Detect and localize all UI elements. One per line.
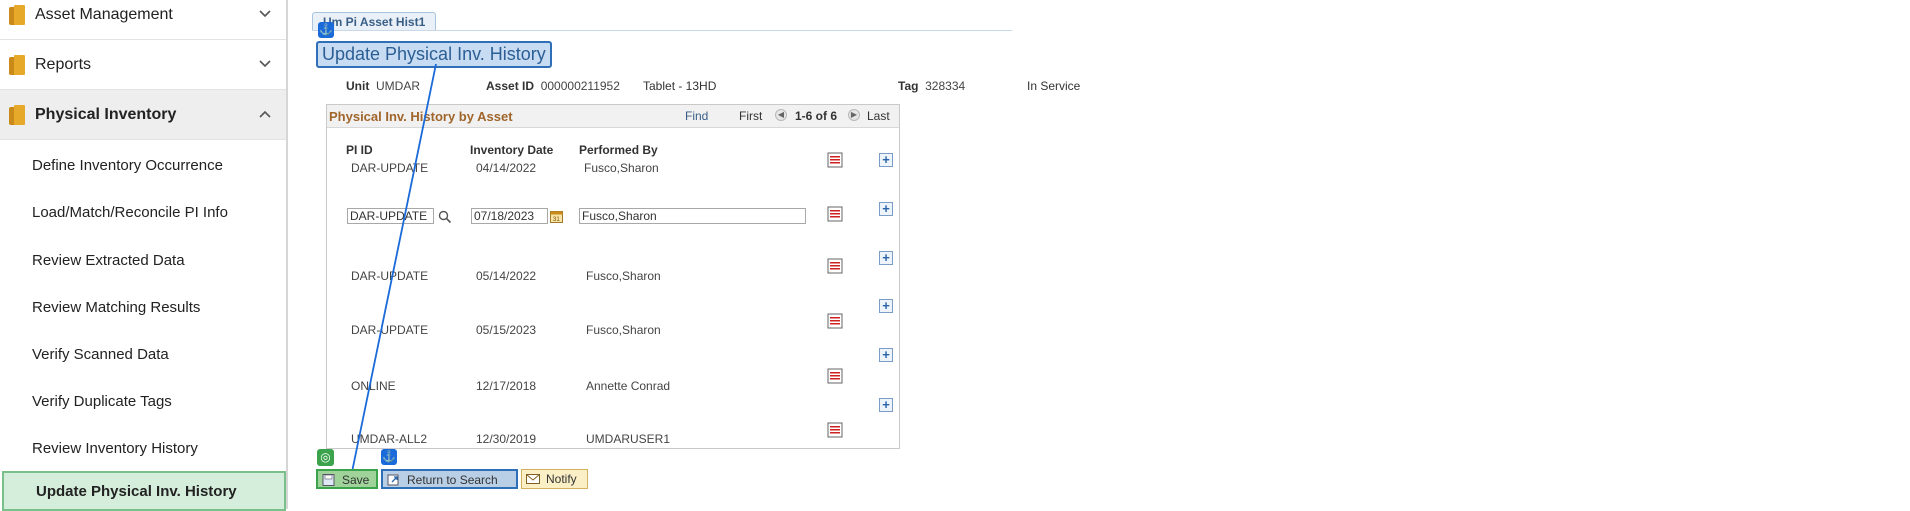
date-cell: 05/15/2023 — [476, 323, 537, 337]
inventory-date-input[interactable] — [471, 208, 548, 224]
notify-button[interactable]: Notify — [521, 469, 588, 489]
sidebar-section-asset-management[interactable]: Asset Management — [0, 0, 286, 40]
column-header-pi-id: PI ID — [346, 143, 373, 157]
delete-row-icon[interactable] — [827, 206, 843, 222]
folder-icon — [9, 54, 25, 75]
unit-field: Unit UMDAR — [346, 79, 420, 93]
sidebar-section-label: Physical Inventory — [35, 105, 177, 123]
sidebar: Asset Management Reports Physical Invent… — [0, 0, 288, 511]
asset-id-label: Asset ID — [486, 79, 535, 93]
asset-description: Tablet - 13HD — [643, 79, 717, 93]
sidebar-section-physical-inventory[interactable]: Physical Inventory — [0, 90, 286, 140]
add-row-icon[interactable]: + — [879, 299, 893, 313]
column-header-inventory-date: Inventory Date — [470, 143, 554, 157]
search-icon[interactable] — [438, 210, 452, 224]
sidebar-item-define-inventory-occurrence[interactable]: Define Inventory Occurrence — [0, 142, 286, 189]
performed-by-cell: Annette Conrad — [586, 379, 671, 393]
sidebar-section-label: Asset Management — [35, 5, 173, 23]
folder-icon — [9, 104, 25, 125]
target-icon: ◎ — [317, 449, 334, 466]
tag-value: 328334 — [925, 79, 966, 93]
date-cell: 04/14/2022 — [476, 161, 537, 175]
return-to-search-button[interactable]: Return to Search — [381, 469, 518, 489]
performed-by-cell: Fusco,Sharon — [586, 323, 661, 337]
performed-by-cell: UMDARUSER1 — [586, 432, 671, 446]
chevron-down-icon[interactable] — [258, 57, 272, 71]
grid-header: Physical Inv. History by Asset Find Firs… — [327, 105, 899, 128]
find-link[interactable]: Find — [685, 109, 708, 123]
delete-row-icon[interactable] — [827, 313, 843, 329]
delete-row-icon[interactable] — [827, 368, 843, 384]
add-row-icon[interactable]: + — [879, 398, 893, 412]
pi-id-cell: UMDAR-ALL2 — [351, 432, 428, 446]
prev-icon[interactable]: ◀ — [775, 109, 787, 121]
asset-id-field: Asset ID 000000211952 — [486, 79, 620, 93]
performed-by-cell: Fusco,Sharon — [586, 269, 661, 283]
save-label: Save — [342, 473, 370, 487]
return-to-search-label: Return to Search — [407, 473, 498, 487]
sidebar-item-review-extracted-data[interactable]: Review Extracted Data — [0, 237, 286, 284]
first-link[interactable]: First — [739, 109, 762, 123]
return-icon — [387, 474, 399, 486]
grid-title: Physical Inv. History by Asset — [329, 109, 513, 124]
sidebar-item-verify-duplicate-tags[interactable]: Verify Duplicate Tags — [0, 378, 286, 425]
chevron-up-icon[interactable] — [258, 107, 272, 121]
calendar-icon[interactable]: 31 — [550, 210, 563, 223]
anchor-icon: ⚓ — [381, 449, 397, 465]
svg-text:31: 31 — [553, 217, 560, 223]
tag-field: Tag 328334 — [898, 79, 965, 93]
add-row-icon[interactable]: + — [879, 251, 893, 265]
row-range: 1-6 of 6 — [795, 109, 838, 123]
last-link[interactable]: Last — [867, 109, 890, 123]
add-row-icon[interactable]: + — [879, 202, 893, 216]
unit-label: Unit — [346, 79, 370, 93]
sidebar-item-update-physical-inv-history[interactable]: Update Physical Inv. History — [2, 471, 286, 511]
sidebar-item-review-matching-results[interactable]: Review Matching Results — [0, 284, 286, 331]
performed-by-input[interactable] — [579, 208, 806, 224]
notify-label: Notify — [546, 472, 577, 486]
date-cell: 12/30/2019 — [476, 432, 537, 446]
performed-by-cell: Fusco,Sharon — [584, 161, 659, 175]
next-icon[interactable]: ▶ — [848, 109, 860, 121]
sidebar-item-load-match-reconcile[interactable]: Load/Match/Reconcile PI Info — [0, 189, 286, 236]
delete-row-icon[interactable] — [827, 258, 843, 274]
sidebar-section-reports[interactable]: Reports — [0, 40, 286, 90]
add-row-icon[interactable]: + — [879, 153, 893, 167]
column-header-performed-by: Performed By — [579, 143, 658, 157]
sidebar-item-review-inventory-history[interactable]: Review Inventory History — [0, 425, 286, 472]
date-cell: 12/17/2018 — [476, 379, 537, 393]
save-icon — [322, 474, 335, 486]
chevron-down-icon[interactable] — [258, 7, 272, 21]
pi-id-cell: ONLINE — [351, 379, 396, 393]
envelope-icon — [526, 474, 540, 484]
tag-label: Tag — [898, 79, 919, 93]
folder-icon — [9, 4, 25, 25]
pi-id-cell: DAR-UPDATE — [351, 161, 429, 175]
tab-divider — [312, 30, 1012, 31]
pi-id-input[interactable] — [347, 208, 434, 224]
anchor-icon: ⚓ — [318, 22, 334, 38]
date-cell: 05/14/2022 — [476, 269, 537, 283]
save-button[interactable]: Save — [316, 469, 378, 489]
add-row-icon[interactable]: + — [879, 348, 893, 362]
sidebar-item-verify-scanned-data[interactable]: Verify Scanned Data — [0, 331, 286, 378]
sidebar-section-label: Reports — [35, 55, 92, 73]
delete-row-icon[interactable] — [827, 422, 843, 438]
unit-value: UMDAR — [376, 79, 420, 93]
status-text: In Service — [1027, 79, 1081, 93]
delete-row-icon[interactable] — [827, 152, 843, 168]
pi-id-cell: DAR-UPDATE — [351, 269, 429, 283]
page-title: Update Physical Inv. History — [316, 41, 552, 68]
pi-id-cell: DAR-UPDATE — [351, 323, 429, 337]
asset-id-value: 000000211952 — [540, 79, 620, 93]
